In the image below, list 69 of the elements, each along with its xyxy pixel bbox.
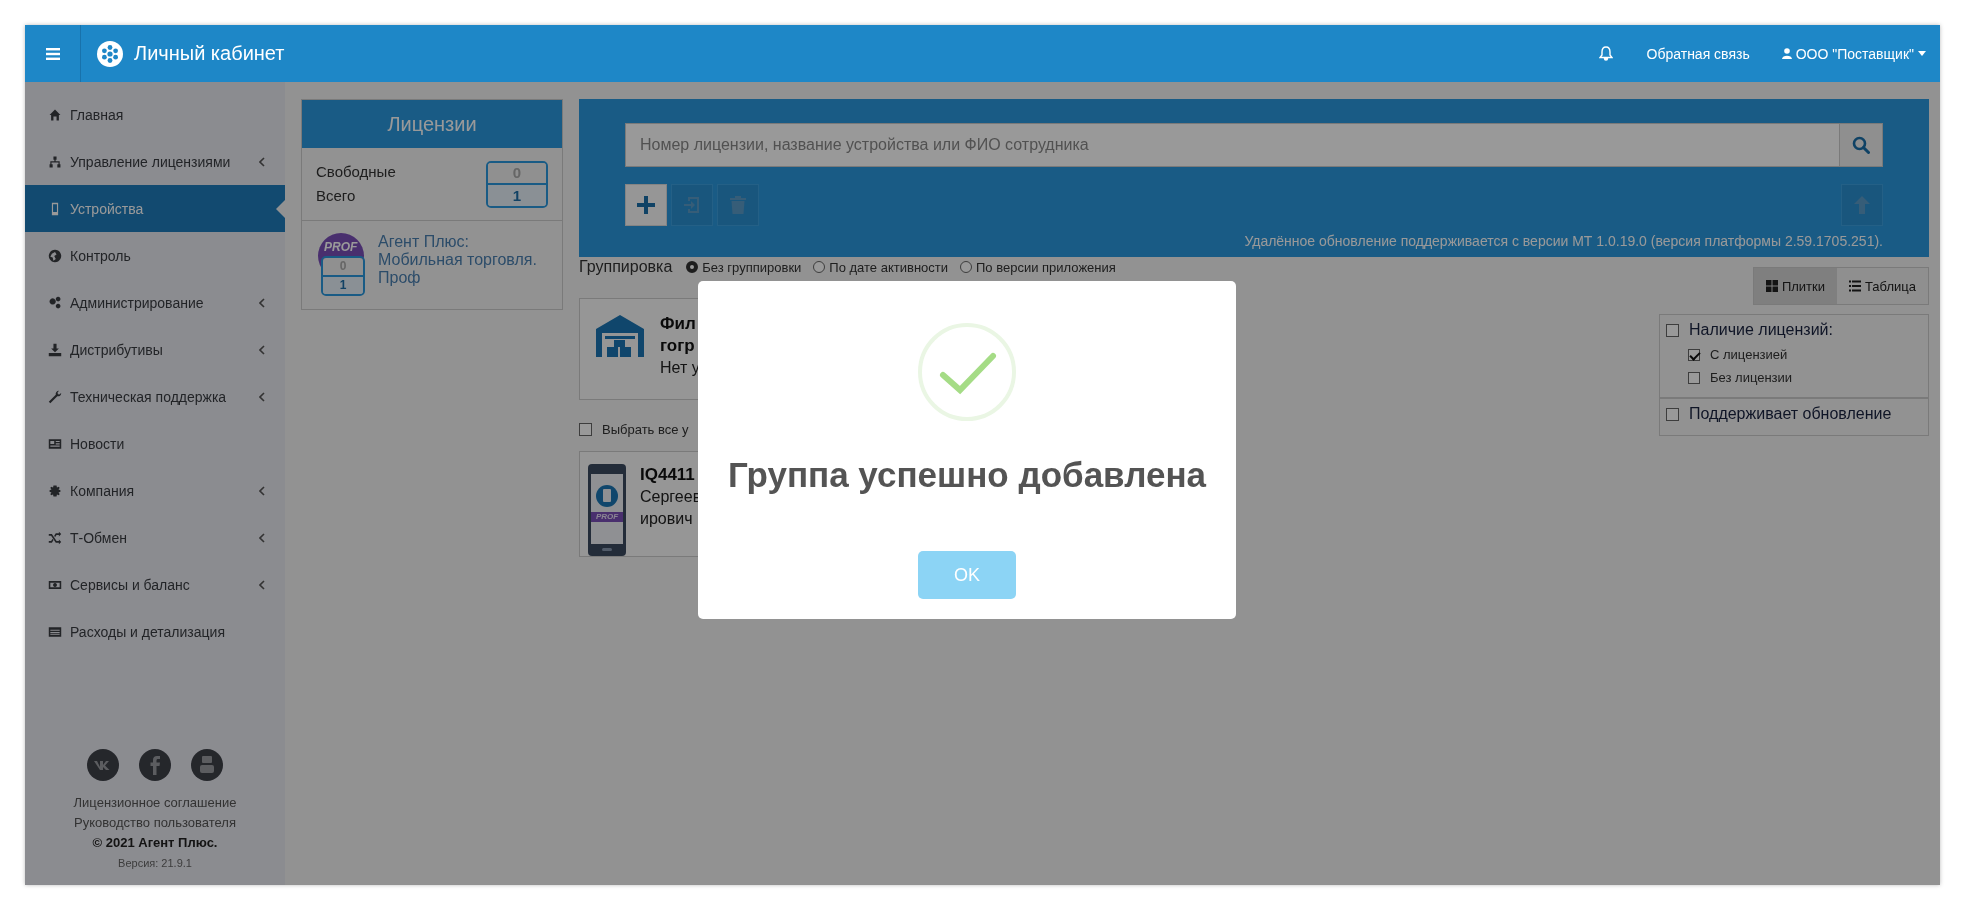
menu-item-icon xyxy=(48,530,62,545)
filter-checkbox[interactable]: Поддерживает обновление xyxy=(1666,405,1922,423)
logo-icon xyxy=(97,40,123,67)
search-button[interactable] xyxy=(1839,124,1882,166)
panel-title: Лицензии xyxy=(302,100,562,148)
tiles-view-tab[interactable]: Плитки xyxy=(1753,268,1837,304)
sidebar-item[interactable]: Техническая поддержка xyxy=(25,373,285,420)
filter-checkbox[interactable]: Наличие лицензий: xyxy=(1666,321,1922,339)
user-menu[interactable]: ООО "Поставщик" xyxy=(1781,45,1926,62)
up-arrow-icon xyxy=(1853,195,1871,215)
vk-icon[interactable] xyxy=(87,749,119,781)
version-text: Версия: 21.9.1 xyxy=(118,856,192,871)
free-label: Свободные xyxy=(316,162,396,182)
filter-option[interactable]: Без лицензии xyxy=(1688,370,1922,385)
update-note: Удалённое обновление поддерживается с версии МТ 1.0.19.0 (версия платформы 2.59.1705.251). xyxy=(1243,233,1883,249)
search-icon xyxy=(1852,136,1870,154)
import-icon xyxy=(682,195,702,215)
plus-icon xyxy=(636,195,656,215)
menu-item-icon xyxy=(48,389,62,404)
sidebar-item[interactable]: Главная xyxy=(25,91,285,138)
product-name[interactable]: Агент Плюс: Мобильная торговля. Проф xyxy=(378,233,548,299)
select-all-checkbox[interactable]: Выбрать все у xyxy=(579,422,1639,437)
filter-option[interactable]: С лицензией xyxy=(1688,347,1922,362)
menu-item-icon xyxy=(48,483,62,498)
sidebar-item[interactable]: Сервисы и баланс xyxy=(25,561,285,608)
menu-item-icon xyxy=(48,248,62,263)
sidebar-item[interactable]: Администрирование xyxy=(25,279,285,326)
group-name: гогр xyxy=(660,335,696,357)
menu-item-icon xyxy=(48,295,62,310)
grouping-option[interactable]: По версии приложения xyxy=(960,259,1116,275)
bell-icon[interactable] xyxy=(1598,46,1613,61)
grouping-option[interactable]: По дате активности xyxy=(813,259,948,275)
success-check-icon xyxy=(917,322,1017,422)
feedback-link[interactable]: Обратная связь xyxy=(1646,45,1750,62)
menu-icon xyxy=(45,47,60,60)
menu-item-icon xyxy=(48,107,62,122)
device-owner: ирович xyxy=(640,509,694,529)
sidebar-item[interactable]: Управление лицензиями xyxy=(25,138,285,185)
sidebar-item[interactable]: Контроль xyxy=(25,232,285,279)
sidebar-item[interactable]: Расходы и детализация xyxy=(25,608,285,655)
menu-item-icon xyxy=(48,342,62,357)
sidebar-item[interactable]: Компания xyxy=(25,467,285,514)
sidebar-item[interactable]: Дистрибутивы xyxy=(25,326,285,373)
grouping-option[interactable]: Без группировки xyxy=(686,259,802,275)
footer-link[interactable]: Лицензионное соглашение xyxy=(73,793,237,813)
trash-icon xyxy=(729,195,747,215)
caret-icon xyxy=(1918,51,1926,56)
facebook-icon[interactable] xyxy=(139,749,171,781)
footer-link[interactable]: Руководство пользователя xyxy=(74,813,236,833)
total-label: Всего xyxy=(316,186,357,206)
menu-item-icon xyxy=(48,436,62,451)
app-title: Личный кабинет xyxy=(134,42,285,65)
menu-item-icon xyxy=(48,154,62,169)
sidebar-item[interactable]: Т-Обмен xyxy=(25,514,285,561)
warehouse-icon xyxy=(594,313,646,359)
menu-item-icon xyxy=(48,624,62,639)
badge-label: PROF xyxy=(324,240,358,254)
list-icon xyxy=(1849,280,1861,292)
badge-label: PROF xyxy=(594,512,620,522)
dialog-title: Группа успешно добавлена xyxy=(728,455,1206,495)
device-name: IQ4411 xyxy=(640,464,696,486)
group-name: Фил xyxy=(660,313,697,335)
add-button[interactable] xyxy=(625,184,667,226)
grouping-label: Группировка xyxy=(579,258,673,276)
grid-icon xyxy=(1765,280,1778,292)
user-icon xyxy=(1781,48,1792,59)
copyright: © 2021 Агент Плюс. xyxy=(92,834,218,852)
sidebar-item[interactable]: Новости xyxy=(25,420,285,467)
sidebar-item[interactable]: Устройства xyxy=(25,185,285,232)
